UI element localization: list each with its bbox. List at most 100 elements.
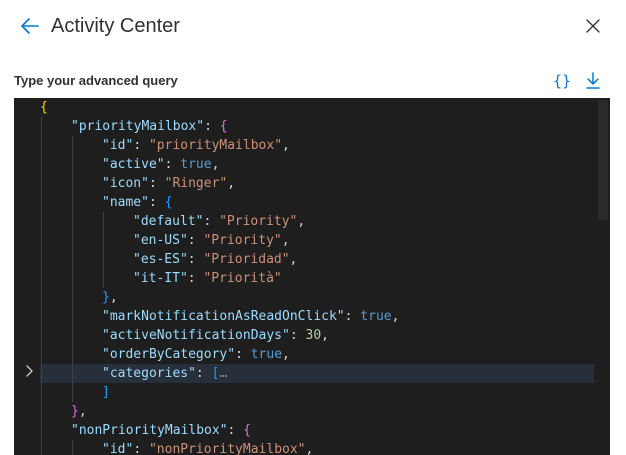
code-token: "en-US" bbox=[133, 233, 188, 248]
code-line[interactable]: "id": "nonPriorityMailbox", bbox=[40, 440, 594, 455]
code-token: : bbox=[289, 328, 306, 343]
code-token: "nonPriorityMailbox" bbox=[71, 423, 228, 438]
indent-guide bbox=[41, 421, 42, 440]
indent-guide bbox=[72, 155, 73, 174]
indent-guide bbox=[103, 269, 104, 288]
code-line[interactable]: "orderByCategory": true, bbox=[40, 345, 594, 364]
indent-guide bbox=[72, 440, 73, 455]
indent-guide bbox=[41, 440, 42, 455]
code-token: "activeNotificationDays" bbox=[102, 328, 290, 343]
editor-scrollbar-thumb[interactable] bbox=[598, 100, 608, 220]
page-title: Activity Center bbox=[51, 15, 180, 37]
code-line[interactable]: "active": true, bbox=[40, 155, 594, 174]
indent-guide bbox=[41, 326, 42, 345]
code-lines[interactable]: {"priorityMailbox": {"id": "priorityMail… bbox=[40, 98, 594, 455]
code-token: , bbox=[289, 252, 298, 267]
code-token: } bbox=[102, 290, 110, 305]
indent-guide bbox=[72, 288, 73, 307]
code-line[interactable]: "default": "Priority", bbox=[40, 212, 594, 231]
code-token: "Priority" bbox=[219, 214, 298, 229]
query-label: Type your advanced query bbox=[14, 73, 178, 88]
code-token: "id" bbox=[102, 442, 134, 455]
code-token: "name" bbox=[102, 195, 149, 210]
code-line-content: "orderByCategory": true, bbox=[102, 345, 290, 364]
code-token: : bbox=[235, 347, 251, 362]
indent-guide bbox=[72, 231, 73, 250]
code-token: , bbox=[391, 309, 400, 324]
code-line[interactable]: "markNotificationAsReadOnClick": true, bbox=[40, 307, 594, 326]
code-token: ] bbox=[102, 385, 110, 400]
code-token: , bbox=[78, 404, 87, 419]
indent-guide bbox=[41, 250, 42, 269]
code-line[interactable]: "name": { bbox=[40, 193, 594, 212]
code-token: true bbox=[250, 347, 283, 362]
code-editor[interactable]: {"priorityMailbox": {"id": "priorityMail… bbox=[14, 98, 610, 455]
indent-guide bbox=[41, 193, 42, 212]
code-line[interactable]: }, bbox=[40, 402, 594, 421]
code-line[interactable]: ] bbox=[40, 383, 594, 402]
code-token: 30 bbox=[305, 328, 322, 343]
code-line-content: "active": true, bbox=[102, 155, 219, 174]
code-token: "it-IT" bbox=[133, 271, 188, 286]
code-token: : bbox=[148, 176, 165, 191]
fold-toggle[interactable] bbox=[22, 364, 36, 378]
code-token: "id" bbox=[102, 138, 134, 153]
code-token: : bbox=[148, 195, 165, 210]
code-line[interactable]: "priorityMailbox": { bbox=[40, 117, 594, 136]
code-line[interactable]: }, bbox=[40, 288, 594, 307]
indent-guide bbox=[41, 402, 42, 421]
indent-guide bbox=[72, 383, 73, 402]
indent-guide bbox=[41, 212, 42, 231]
code-line-content: "en-US": "Priority", bbox=[133, 231, 290, 250]
code-line-content: "markNotificationAsReadOnClick": true, bbox=[102, 307, 399, 326]
code-token: "priorityMailbox" bbox=[148, 138, 283, 153]
code-token: , bbox=[305, 442, 314, 455]
indent-guide bbox=[72, 193, 73, 212]
back-button[interactable] bbox=[18, 14, 42, 38]
indent-guide bbox=[72, 250, 73, 269]
code-line-content: "activeNotificationDays": 30, bbox=[102, 326, 329, 345]
code-line[interactable]: "en-US": "Priority", bbox=[40, 231, 594, 250]
code-token: "Priority" bbox=[203, 233, 282, 248]
indent-guide bbox=[72, 364, 73, 383]
code-token: , bbox=[211, 157, 220, 172]
code-line-content: { bbox=[40, 98, 48, 117]
code-token: : bbox=[133, 442, 149, 455]
code-token: { bbox=[219, 119, 228, 134]
code-token: { bbox=[40, 100, 48, 115]
format-button[interactable]: {} bbox=[552, 71, 572, 91]
indent-guide bbox=[41, 288, 42, 307]
indent-guide bbox=[41, 174, 42, 193]
curly-braces-icon: {} bbox=[552, 72, 572, 90]
code-token: : bbox=[204, 119, 220, 134]
code-token: "orderByCategory" bbox=[102, 347, 236, 362]
indent-guide bbox=[103, 212, 104, 231]
code-line[interactable]: "id": "priorityMailbox", bbox=[40, 136, 594, 155]
code-line[interactable]: "activeNotificationDays": 30, bbox=[40, 326, 594, 345]
indent-guide bbox=[72, 269, 73, 288]
code-line-content: "icon": "Ringer", bbox=[102, 174, 235, 193]
indent-guide bbox=[72, 307, 73, 326]
code-token: , bbox=[281, 233, 290, 248]
code-token: , bbox=[227, 176, 236, 191]
code-token: : bbox=[195, 366, 212, 381]
code-line[interactable]: "es-ES": "Prioridad", bbox=[40, 250, 594, 269]
code-token: : bbox=[227, 423, 244, 438]
download-button[interactable] bbox=[583, 71, 603, 91]
close-icon bbox=[586, 19, 600, 33]
code-line[interactable]: "icon": "Ringer", bbox=[40, 174, 594, 193]
code-line[interactable]: "nonPriorityMailbox": { bbox=[40, 421, 594, 440]
close-button[interactable] bbox=[582, 15, 604, 37]
code-token: "markNotificationAsReadOnClick" bbox=[102, 309, 345, 324]
code-token: "Priorità" bbox=[203, 271, 282, 286]
code-line[interactable]: { bbox=[40, 98, 594, 117]
indent-guide bbox=[41, 307, 42, 326]
code-token: { bbox=[164, 195, 173, 210]
code-line-content: "nonPriorityMailbox": { bbox=[71, 421, 251, 440]
indent-guide bbox=[72, 136, 73, 155]
code-token: , bbox=[109, 290, 118, 305]
code-line[interactable]: "categories": [… bbox=[40, 364, 594, 383]
code-line-content: "default": "Priority", bbox=[133, 212, 305, 231]
indent-guide bbox=[103, 250, 104, 269]
code-line[interactable]: "it-IT": "Priorità" bbox=[40, 269, 594, 288]
